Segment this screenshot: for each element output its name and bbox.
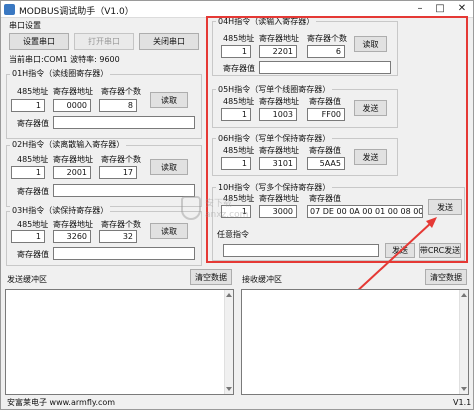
status-version: V1.1 [453, 398, 472, 407]
send-buffer-scrollbar[interactable] [224, 290, 233, 394]
send-buffer-textarea[interactable] [5, 289, 234, 395]
status-company: 安富莱电子 www.armfly.com [7, 398, 116, 407]
watermark-line1: 安下载 [205, 199, 233, 209]
recv-buffer-textarea[interactable] [241, 289, 469, 395]
recv-clear-button[interactable]: 清空数据 [425, 269, 467, 285]
scroll-down-icon[interactable] [226, 387, 232, 391]
status-bar: 安富莱电子 www.armfly.com V1.1 [1, 397, 473, 410]
watermark: 安下载 anxz.com [181, 194, 248, 234]
recv-buffer-label: 接收缓冲区 [242, 275, 282, 284]
app-window: MODBUS调试助手（V1.0） – □ ✕ 串口设置 设置串口 打开串口 关闭… [0, 0, 474, 410]
shield-icon [181, 196, 201, 220]
recv-buffer-scrollbar[interactable] [459, 290, 468, 394]
send-clear-button[interactable]: 清空数据 [190, 269, 232, 285]
watermark-line2: anxz.com [205, 210, 249, 220]
scroll-up-icon[interactable] [226, 293, 232, 297]
scroll-down-icon[interactable] [461, 387, 467, 391]
scroll-up-icon[interactable] [461, 293, 467, 297]
send-buffer-label: 发送缓冲区 [7, 275, 47, 284]
